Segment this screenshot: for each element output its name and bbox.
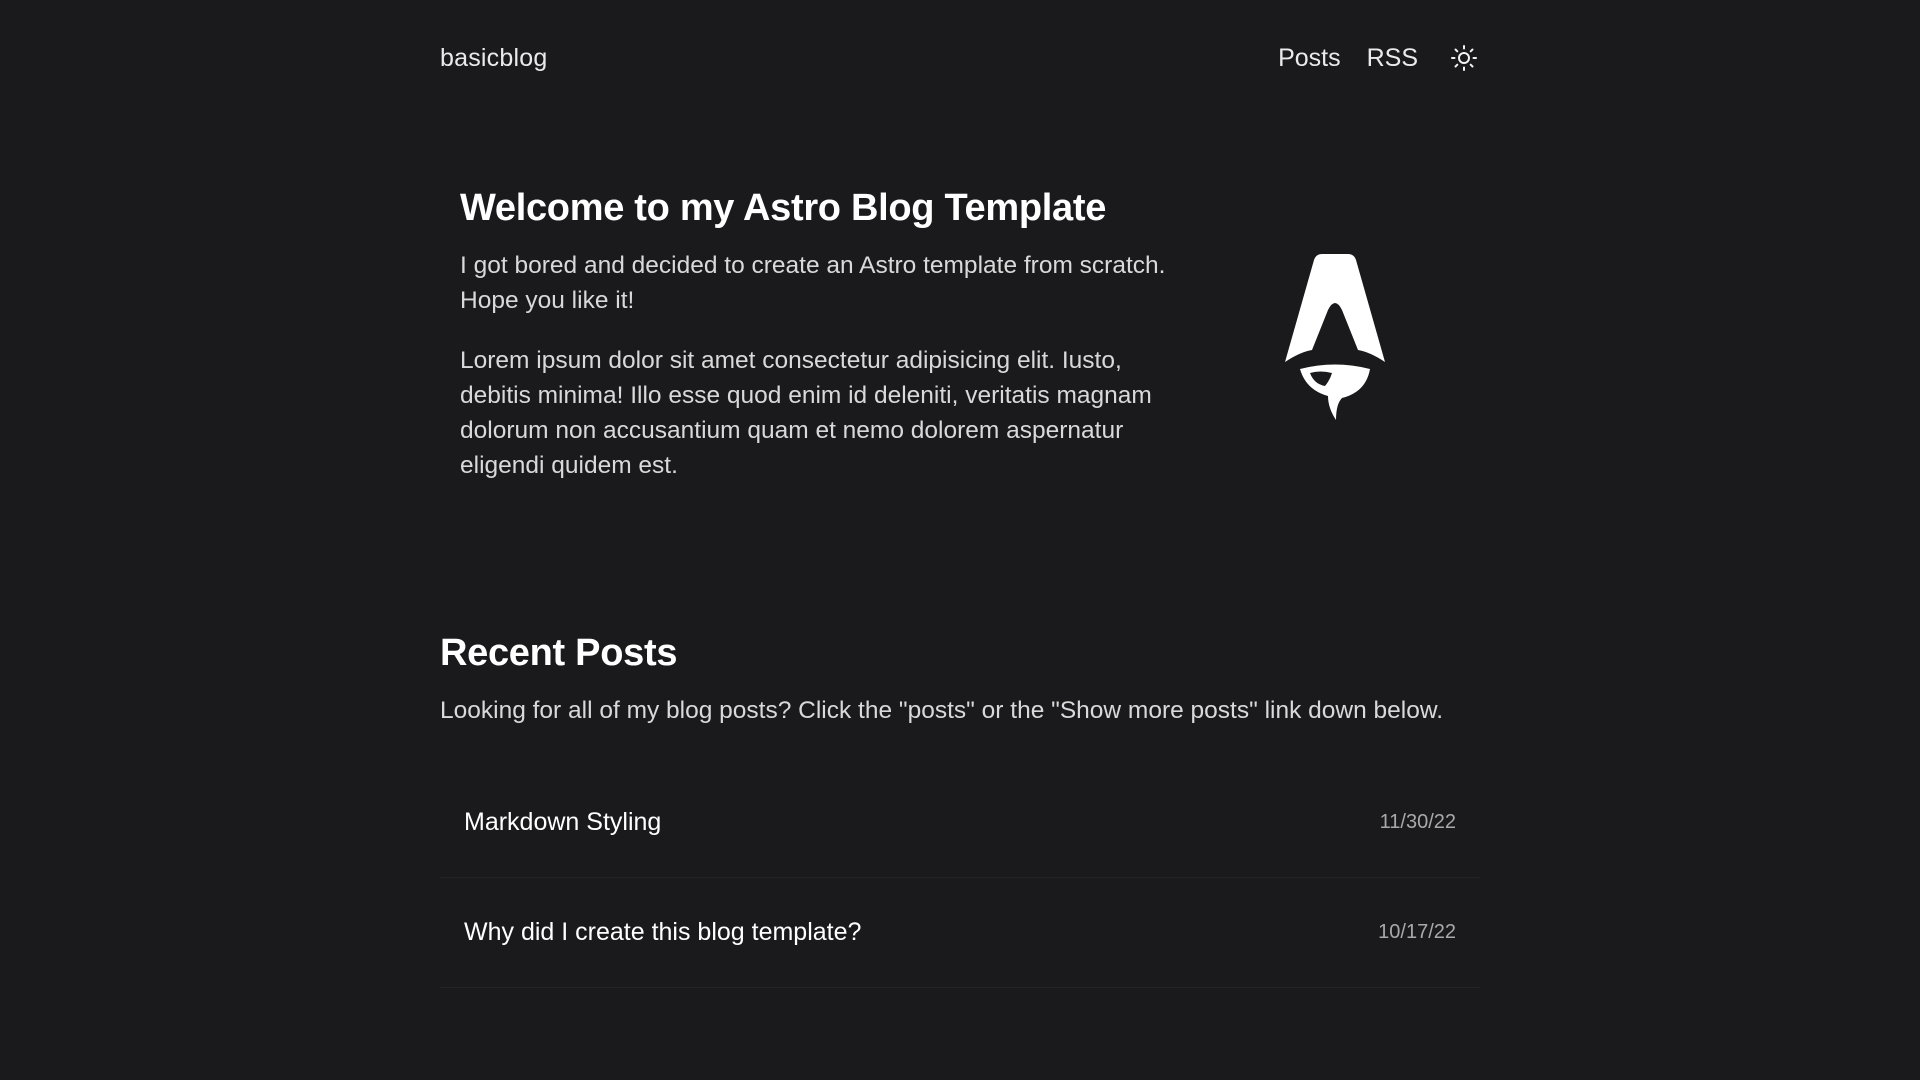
post-date: 11/30/22 <box>1379 811 1456 833</box>
nav-link-posts[interactable]: Posts <box>1278 44 1341 73</box>
hero-section: Welcome to my Astro Blog Template I got … <box>440 180 1480 500</box>
nav-link-rss[interactable]: RSS <box>1367 44 1418 73</box>
theme-toggle-button[interactable] <box>1448 42 1480 74</box>
astro-rocket-logo-icon <box>1285 254 1385 420</box>
post-item[interactable]: Why did I create this blog template? 10/… <box>440 878 1480 988</box>
post-date: 10/17/22 <box>1378 921 1456 943</box>
main-nav: Posts RSS <box>1278 42 1480 74</box>
hero-text: Welcome to my Astro Blog Template I got … <box>460 180 1180 483</box>
sun-icon <box>1451 45 1477 71</box>
recent-posts-section: Recent Posts Looking for all of my blog … <box>440 625 1480 988</box>
post-title[interactable]: Markdown Styling <box>464 808 661 837</box>
post-item[interactable]: Markdown Styling 11/30/22 <box>440 768 1480 878</box>
recent-posts-description: Looking for all of my blog posts? Click … <box>440 697 1444 724</box>
brand-link[interactable]: basicblog <box>440 44 547 73</box>
post-list: Markdown Styling 11/30/22 Why did I crea… <box>440 768 1480 988</box>
hero-intro: I got bored and decided to create an Ast… <box>460 252 1166 314</box>
site-header: basicblog Posts RSS <box>440 38 1480 78</box>
recent-posts-title: Recent Posts <box>440 632 678 674</box>
hero-title: Welcome to my Astro Blog Template <box>460 187 1107 229</box>
post-title[interactable]: Why did I create this blog template? <box>464 918 861 947</box>
hero-lorem: Lorem ipsum dolor sit amet consectetur a… <box>460 347 1152 479</box>
page: basicblog Posts RSS Welcome to my Astro … <box>0 0 1920 1080</box>
